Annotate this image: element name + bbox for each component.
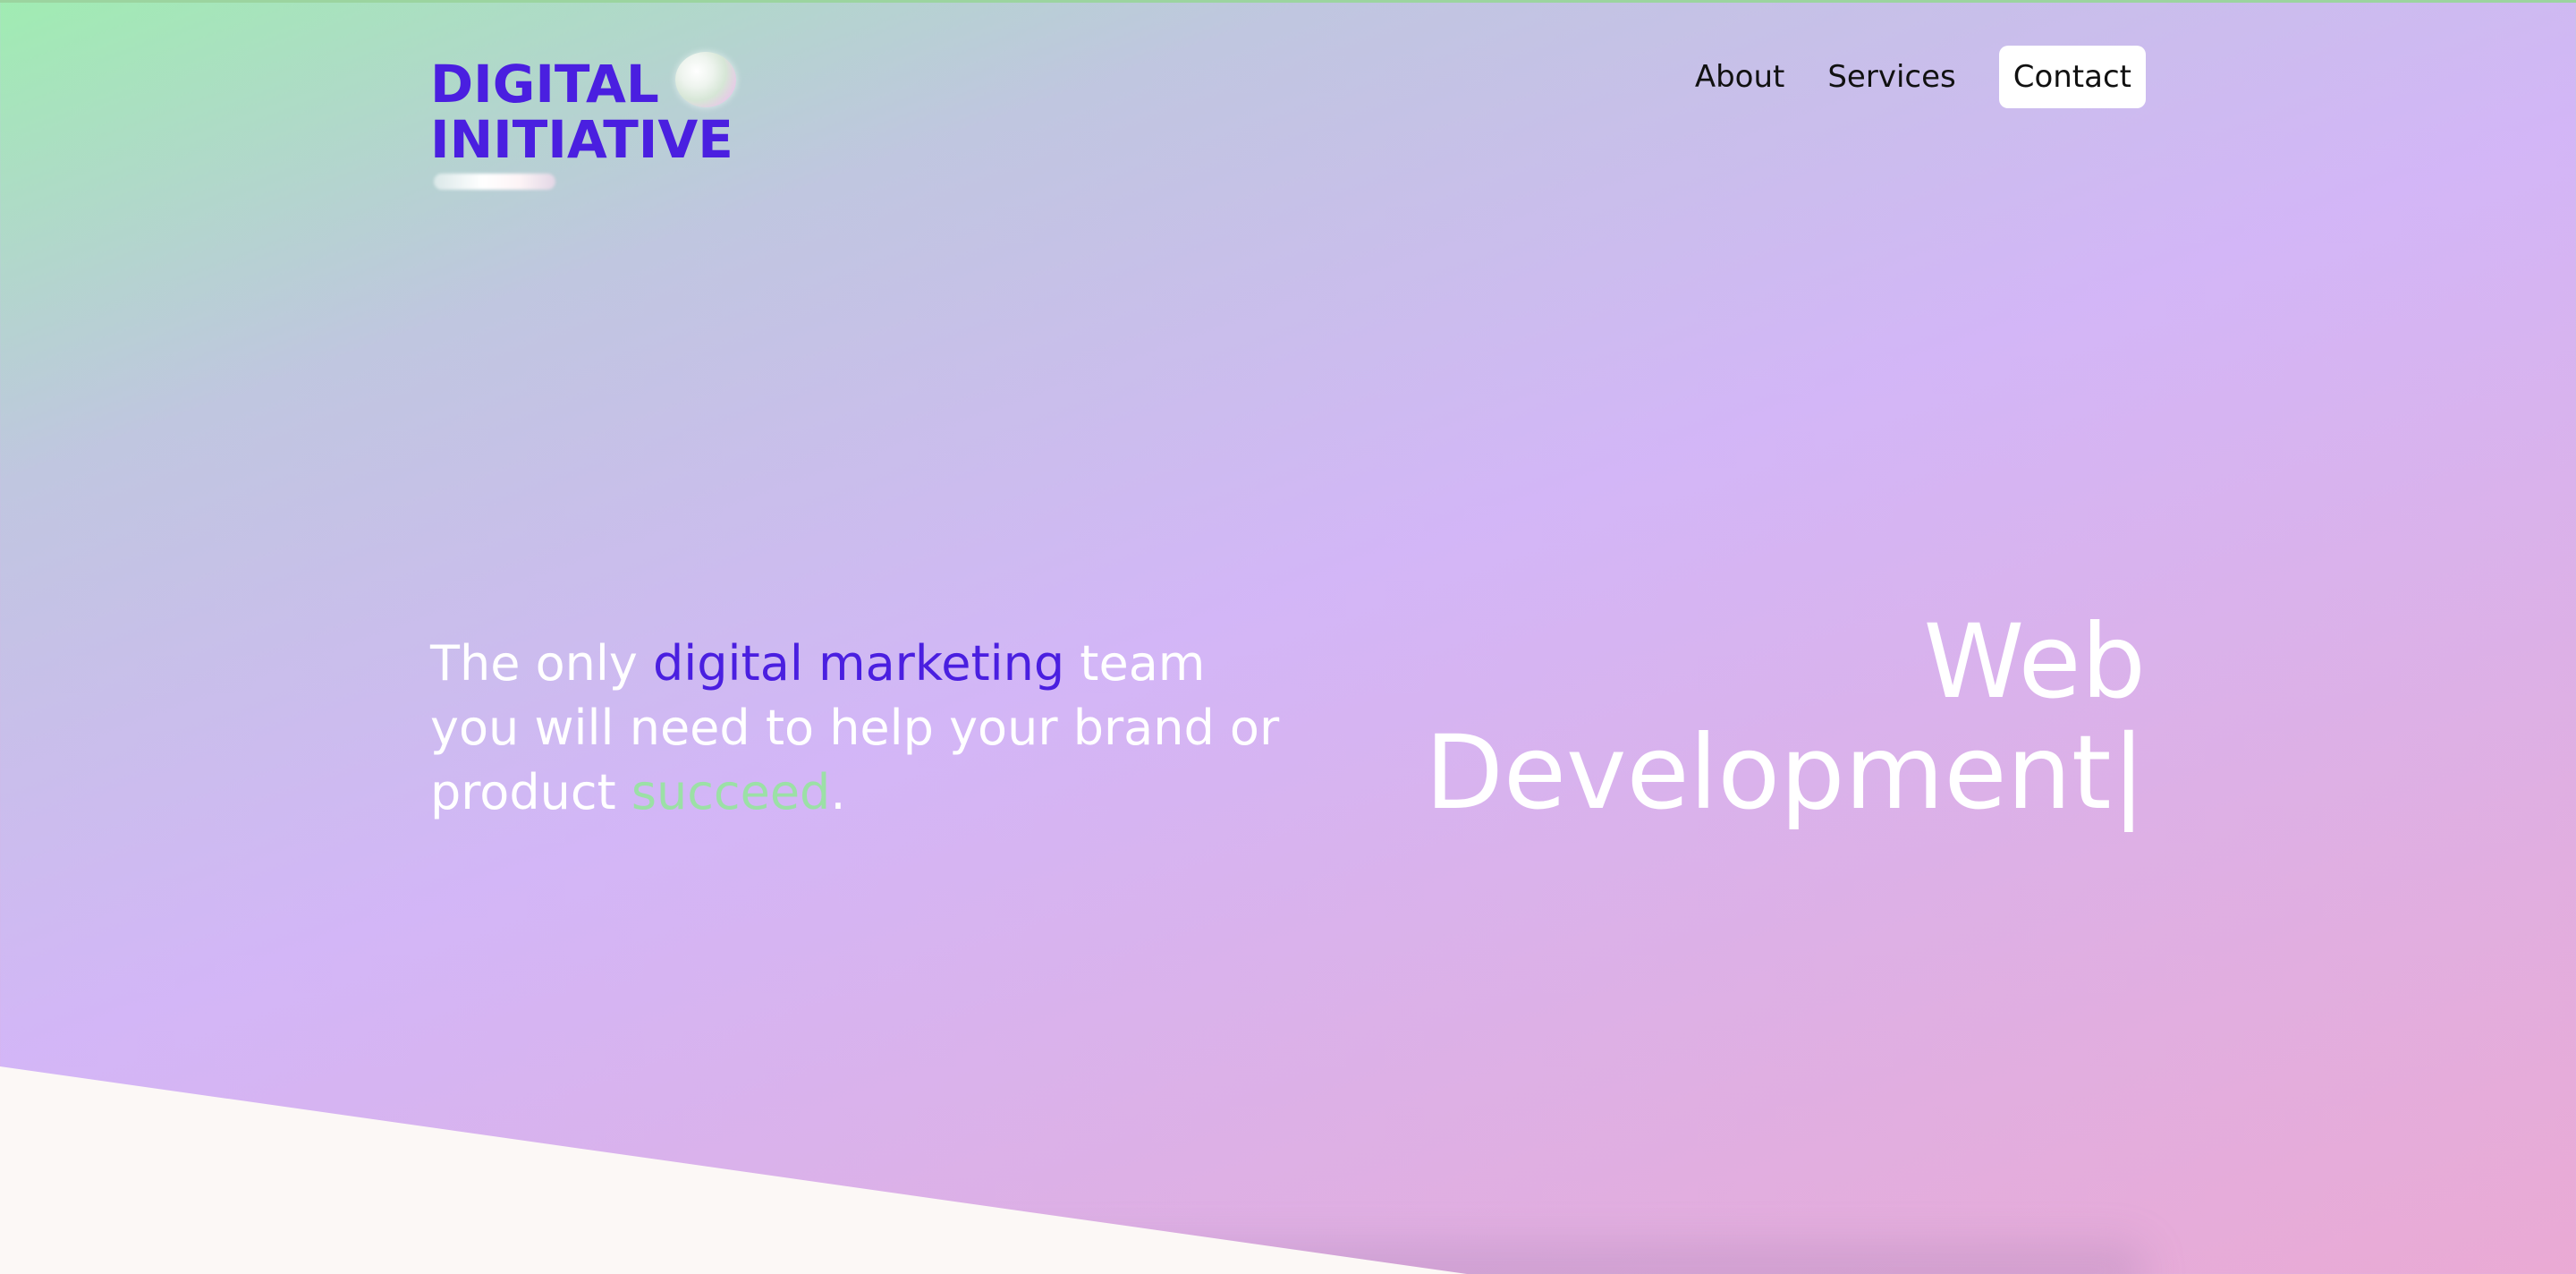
logo[interactable]: DIGITAL INITIATIVE bbox=[430, 52, 752, 199]
rotator-line-2: Development bbox=[1425, 713, 2112, 832]
nav-services-link[interactable]: Services bbox=[1827, 59, 1955, 95]
nav-about-link[interactable]: About bbox=[1695, 59, 1785, 95]
card-shadow bbox=[429, 1244, 2147, 1274]
top-border bbox=[0, 0, 2576, 3]
hero-highlight-digital-marketing: digital marketing bbox=[653, 635, 1065, 692]
logo-line-1: DIGITAL bbox=[430, 54, 659, 115]
main-nav: About Services Contact bbox=[1652, 45, 2146, 109]
nav-contact-button[interactable]: Contact bbox=[1998, 46, 2146, 108]
hero-text-part-1: The only bbox=[430, 635, 653, 692]
rotating-service-text: Web Development| bbox=[1341, 607, 2146, 828]
logo-orb-icon bbox=[675, 52, 736, 107]
hero-text-part-3: . bbox=[830, 764, 846, 820]
rotator-line-1: Web bbox=[1923, 602, 2146, 721]
logo-underline-bar bbox=[434, 174, 555, 190]
hero-tagline: The only digital marketing team you will… bbox=[430, 632, 1289, 825]
hero-highlight-succeed: succeed bbox=[631, 764, 831, 820]
logo-line-2: INITIATIVE bbox=[430, 109, 733, 170]
typing-cursor: | bbox=[2111, 713, 2146, 832]
